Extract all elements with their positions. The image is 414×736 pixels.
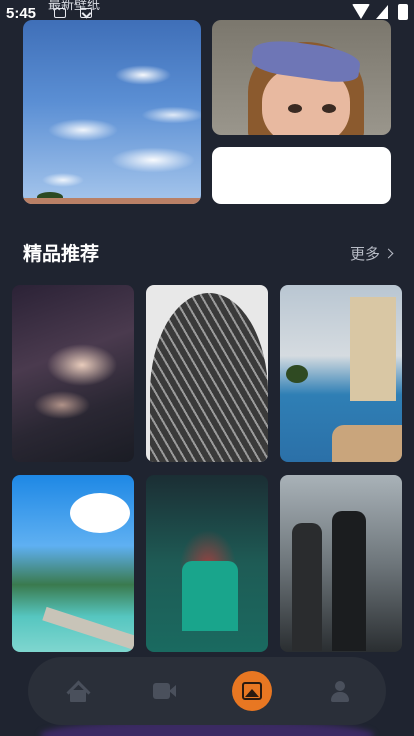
pool-building [350, 297, 396, 401]
wallpaper-glass-tower[interactable] [146, 285, 268, 462]
nav-video[interactable] [144, 671, 184, 711]
status-bar: 最新壁纸 5:45 [0, 0, 414, 22]
wifi-icon [352, 4, 370, 19]
wallpaper-dark-knight[interactable] [280, 475, 402, 652]
image-icon [240, 680, 264, 702]
chevron-right-icon [383, 248, 394, 259]
download-notification-icon [80, 8, 92, 18]
home-icon [66, 680, 90, 702]
banner-girl-headband[interactable] [212, 20, 391, 135]
banner-roof [23, 198, 201, 204]
banner-blank[interactable] [212, 147, 391, 204]
batman-figure [332, 511, 366, 651]
bottom-nav [28, 657, 386, 725]
gallery-notification-icon [54, 8, 66, 18]
banner-sky-clouds[interactable] [23, 20, 201, 204]
signal-icon [376, 5, 388, 19]
user-icon [328, 680, 352, 702]
battery-icon [398, 4, 408, 20]
wallpaper-tropical-beach[interactable] [12, 475, 134, 652]
section-title: 精品推荐 [23, 243, 100, 265]
beach-pier [42, 606, 134, 652]
nav-image[interactable] [232, 671, 272, 711]
more-link[interactable]: 更多 [349, 243, 394, 264]
pool-deck [332, 425, 402, 462]
wallpaper-nebula[interactable] [12, 285, 134, 462]
banner-eye-right [322, 104, 336, 113]
soldier-figure [292, 523, 322, 651]
banner-eye-left [288, 104, 302, 113]
beach-cloud [70, 493, 130, 533]
wallpaper-resort-pool[interactable] [280, 285, 402, 462]
pool-palm [286, 365, 308, 383]
player-jersey [182, 561, 238, 631]
more-label: 更多 [349, 245, 380, 263]
video-icon [152, 680, 176, 702]
nav-user[interactable] [320, 671, 360, 711]
nav-home[interactable] [58, 671, 98, 711]
wallpaper-basketball-player[interactable] [146, 475, 268, 652]
glass-dome [150, 293, 268, 462]
